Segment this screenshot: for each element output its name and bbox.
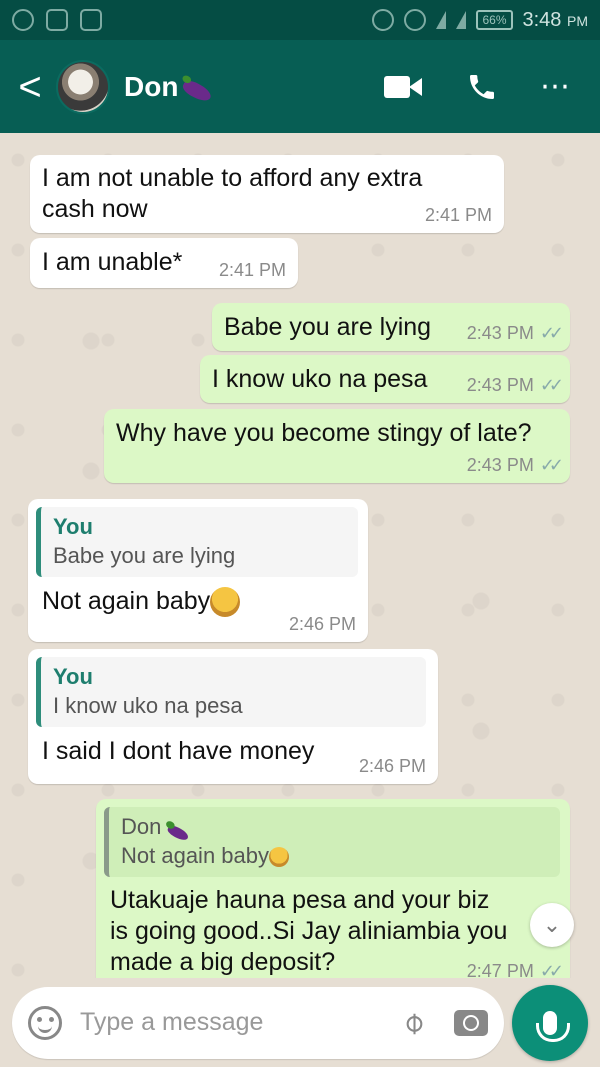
camera-icon[interactable] <box>454 1009 488 1036</box>
message-time: 2:43 PM ✓✓ <box>466 375 564 395</box>
quoted-text: Babe you are lying <box>53 543 236 568</box>
contact-name-container[interactable]: Don <box>124 70 214 104</box>
message-text: I am unable* <box>42 248 183 276</box>
eggplant-emoji-icon <box>166 823 191 843</box>
quoted-message[interactable]: You I know uko na pesa <box>36 657 426 727</box>
quoted-message[interactable]: You Babe you are lying <box>36 507 358 577</box>
voice-call-icon[interactable] <box>466 71 498 103</box>
message-text: Not again baby <box>42 587 211 615</box>
message-text: I said I dont have money <box>42 737 315 765</box>
read-ticks-icon: ✓✓ <box>539 961 564 978</box>
message-text: Why have you become stingy of late? <box>116 419 532 447</box>
message-incoming[interactable]: I am not unable to afford any extra cash… <box>30 155 504 233</box>
read-ticks-icon: ✓✓ <box>539 455 564 475</box>
message-time: 2:47 PM ✓✓ <box>467 961 564 978</box>
message-incoming-reply[interactable]: You I know uko na pesa I said I dont hav… <box>28 649 438 784</box>
gallery-notification-icon <box>46 9 68 31</box>
message-outgoing[interactable]: I know uko na pesa 2:43 PM ✓✓ <box>200 355 570 403</box>
quoted-author: You <box>53 514 93 539</box>
message-time: 2:46 PM <box>288 614 356 634</box>
contact-name: Don <box>124 70 179 102</box>
message-time: 2:41 PM <box>218 260 286 280</box>
voice-record-button[interactable] <box>512 984 588 1061</box>
quoted-author: Don <box>121 813 548 843</box>
quoted-author: You <box>53 664 93 689</box>
alarm-icon <box>404 9 427 31</box>
signal-icon-2 <box>456 11 467 29</box>
message-outgoing-reply[interactable]: Don Not again baby Utakuaje hauna pesa a… <box>96 799 570 978</box>
signal-icon-1 <box>436 11 447 29</box>
attachment-icon[interactable]: ⌀ <box>394 1004 432 1042</box>
message-outgoing[interactable]: Babe you are lying 2:43 PM ✓✓ <box>212 303 570 351</box>
message-input[interactable] <box>80 1008 350 1037</box>
scroll-to-bottom-button[interactable]: ⌄ <box>530 903 574 947</box>
message-input-container: ⌀ <box>12 986 504 1059</box>
quoted-message[interactable]: Don Not again baby <box>104 807 560 877</box>
read-ticks-icon: ✓✓ <box>539 375 564 395</box>
whatsapp-notification-icon <box>12 9 34 31</box>
facepalm-emoji-icon <box>210 587 241 618</box>
message-text: I know uko na pesa <box>212 365 428 393</box>
message-time: 2:43 PM ✓✓ <box>466 323 564 343</box>
double-chevron-down-icon: ⌄ <box>542 912 562 937</box>
status-time: 3:48 PM <box>522 8 589 31</box>
back-button[interactable]: < <box>10 67 50 107</box>
eggplant-emoji-icon <box>180 77 214 104</box>
microphone-icon <box>536 1010 570 1042</box>
emoji-icon[interactable] <box>28 1005 62 1040</box>
video-call-icon[interactable] <box>384 74 424 100</box>
contact-avatar[interactable] <box>56 59 110 114</box>
read-ticks-icon: ✓✓ <box>539 323 564 343</box>
quoted-text: Not again baby <box>121 841 548 871</box>
app-notification-icon <box>80 9 102 31</box>
do-not-disturb-icon <box>372 9 395 31</box>
message-text: Babe you are lying <box>224 313 432 341</box>
facepalm-emoji-icon <box>269 847 289 868</box>
message-incoming-reply[interactable]: You Babe you are lying Not again baby 2:… <box>28 499 368 642</box>
chat-area[interactable]: I am not unable to afford any extra cash… <box>0 133 600 978</box>
message-input-bar: ⌀ <box>0 978 600 1067</box>
more-options-button[interactable]: ⋯ <box>540 71 572 101</box>
status-bar: 66% 3:48 PM <box>0 0 600 40</box>
message-time: 2:41 PM <box>424 205 492 225</box>
message-time: 2:46 PM <box>358 756 426 776</box>
message-outgoing[interactable]: Why have you become stingy of late? 2:43… <box>104 409 570 483</box>
quoted-text: I know uko na pesa <box>53 693 243 718</box>
message-incoming[interactable]: I am unable* 2:41 PM <box>30 238 298 288</box>
message-time: 2:43 PM ✓✓ <box>466 455 564 475</box>
chat-header: < Don ⋯ <box>0 40 600 133</box>
battery-indicator: 66% <box>476 10 513 30</box>
